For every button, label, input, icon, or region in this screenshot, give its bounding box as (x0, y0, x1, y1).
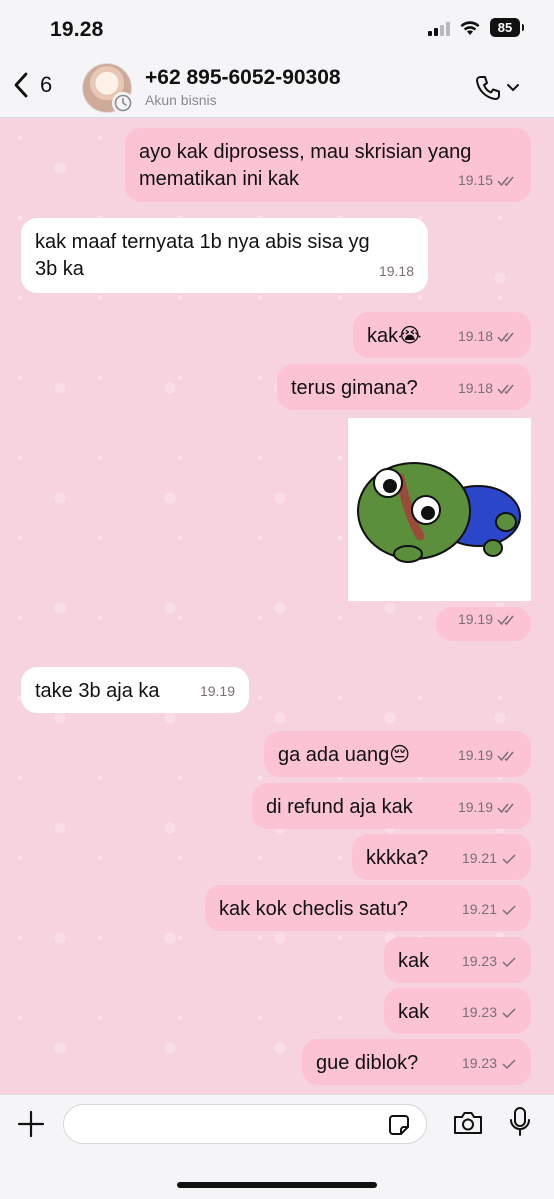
double-check-icon (497, 615, 514, 625)
message-bubble-outgoing[interactable]: ga ada uang😔 19.19 (264, 731, 531, 777)
sticker-icon[interactable] (388, 1114, 410, 1136)
sticker-meta-bubble: 19.19 (436, 607, 531, 641)
message-meta: 19.23 (462, 1050, 517, 1077)
double-check-icon (497, 332, 514, 342)
message-bubble-outgoing[interactable]: di refund aja kak 19.19 (252, 783, 531, 829)
phone-icon (476, 76, 500, 100)
unread-count: 6 (40, 72, 53, 97)
message-time: 19.18 (457, 380, 493, 396)
microphone-icon[interactable] (508, 1106, 532, 1138)
single-check-icon (502, 853, 516, 864)
message-time: 19.21 (461, 850, 497, 866)
camera-icon[interactable] (452, 1110, 484, 1136)
message-bubble-outgoing[interactable]: kak 19.23 (384, 937, 531, 983)
message-time: 19.19 (457, 799, 493, 815)
double-check-icon (497, 384, 514, 394)
contact-name[interactable]: +62 895-6052-90308 (145, 66, 341, 90)
call-button[interactable] (474, 74, 520, 102)
status-indicators: 85 (428, 18, 524, 37)
message-text: 3b ka (35, 258, 84, 280)
plus-icon[interactable] (17, 1110, 45, 1138)
message-text: kak maaf ternyata 1b nya abis sisa yg (35, 231, 370, 253)
status-time: 19.28 (50, 18, 104, 41)
message-meta: 19.19 (200, 678, 235, 705)
message-bubble-outgoing[interactable]: kak kok checlis satu? 19.21 (205, 885, 531, 931)
single-check-icon (502, 956, 516, 967)
contact-subtitle: Akun bisnis (145, 92, 217, 108)
message-meta: 19.18 (458, 375, 517, 402)
single-check-icon (502, 904, 516, 915)
single-check-icon (502, 1007, 516, 1018)
message-time: 19.15 (457, 172, 493, 188)
message-bubble-incoming[interactable]: kak maaf ternyata 1b nya abis sisa yg 3b… (21, 218, 428, 293)
battery-indicator: 85 (490, 18, 524, 37)
chevron-left-icon (14, 72, 28, 98)
message-meta: 19.18 (458, 323, 517, 350)
message-time: 19.19 (457, 611, 493, 627)
message-bubble-outgoing[interactable]: kak😭 19.18 (353, 312, 531, 358)
message-time: 19.23 (461, 1055, 497, 1071)
double-check-icon (497, 176, 514, 186)
message-input[interactable] (63, 1104, 427, 1144)
sticker-image (357, 462, 521, 563)
business-badge-icon (112, 92, 134, 114)
message-time: 19.23 (461, 1004, 497, 1020)
message-meta: 19.23 (462, 999, 517, 1026)
double-check-icon (497, 751, 514, 761)
message-bubble-outgoing[interactable]: kak 19.23 (384, 988, 531, 1034)
message-bubble-outgoing[interactable]: kkkka? 19.21 (352, 834, 531, 880)
message-bubble-outgoing[interactable]: ayo kak diprosess, mau skrisian yang mem… (125, 128, 531, 202)
double-check-icon (497, 803, 514, 813)
chevron-down-icon (507, 84, 519, 92)
back-button[interactable]: 6 (14, 72, 52, 98)
message-bubble-outgoing[interactable]: gue diblok? 19.23 (302, 1039, 531, 1085)
pepe-frog-lying-sticker[interactable] (348, 418, 531, 601)
message-meta: 19.18 (379, 258, 414, 285)
message-meta: 19.21 (462, 845, 517, 872)
home-indicator[interactable] (177, 1182, 377, 1188)
message-time: 19.23 (461, 953, 497, 969)
cellular-signal-icon (428, 20, 450, 36)
message-time: 19.19 (199, 683, 235, 699)
message-bubble-outgoing[interactable]: terus gimana? 19.18 (277, 364, 531, 410)
top-bar: 19.28 85 6 +62 895-6052-90308 Akun bisni… (0, 0, 554, 118)
wifi-icon (460, 20, 480, 35)
chat-area[interactable]: ayo kak diprosess, mau skrisian yang mem… (0, 118, 554, 1094)
message-meta: 19.19 (458, 606, 517, 633)
message-meta: 19.21 (462, 896, 517, 923)
message-time: 19.18 (378, 263, 414, 279)
input-bar (0, 1094, 554, 1199)
message-bubble-incoming[interactable]: take 3b aja ka 19.19 (21, 667, 249, 713)
message-time: 19.19 (457, 747, 493, 763)
single-check-icon (502, 1058, 516, 1069)
message-meta: 19.23 (462, 948, 517, 975)
message-meta: 19.15 (458, 167, 517, 194)
message-time: 19.18 (457, 328, 493, 344)
message-time: 19.21 (461, 901, 497, 917)
message-text: ayo kak diprosess, mau skrisian yang (139, 141, 472, 163)
message-meta: 19.19 (458, 742, 517, 769)
message-meta: 19.19 (458, 794, 517, 821)
